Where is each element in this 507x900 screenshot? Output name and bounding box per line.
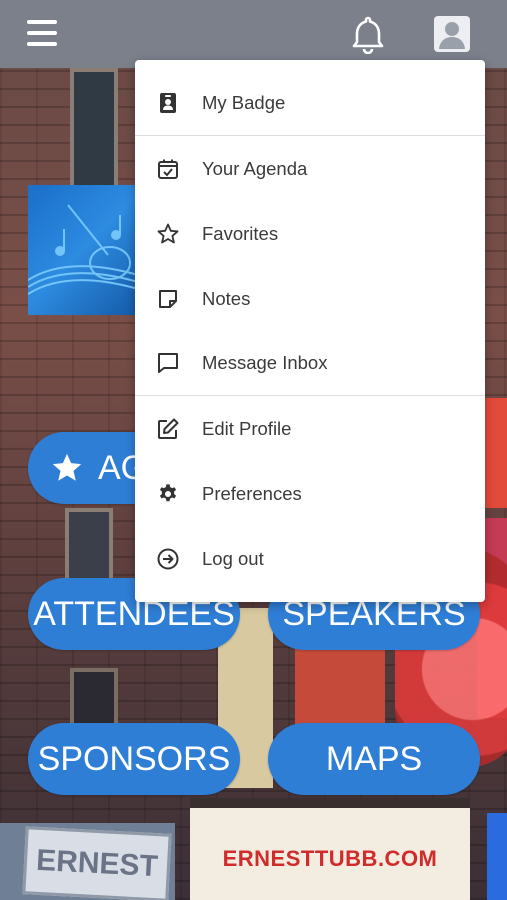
star-icon bbox=[52, 453, 82, 481]
menu-divider bbox=[135, 135, 485, 136]
chat-bubble-icon bbox=[156, 351, 180, 375]
gear-icon bbox=[156, 482, 180, 506]
marquee-text: ERNESTTUBB.COM bbox=[222, 846, 438, 871]
menu-item-favorites[interactable]: Favorites bbox=[135, 202, 485, 266]
menu-divider bbox=[135, 395, 485, 396]
menu-item-your-agenda[interactable]: Your Agenda bbox=[135, 137, 485, 201]
menu-item-label: My Badge bbox=[202, 92, 286, 113]
marquee-sign: ERNESTTUBB.COM bbox=[190, 798, 470, 900]
menu-item-my-badge[interactable]: My Badge bbox=[135, 71, 485, 135]
hamburger-menu-icon[interactable] bbox=[27, 20, 57, 46]
logout-arrow-icon bbox=[156, 547, 180, 571]
sticky-note-icon bbox=[156, 287, 180, 311]
bell-icon[interactable] bbox=[350, 14, 386, 55]
user-dropdown-menu: My Badge Your Agenda Favorites Notes Mes… bbox=[135, 60, 485, 602]
edit-pencil-icon bbox=[156, 417, 180, 441]
menu-item-edit-profile[interactable]: Edit Profile bbox=[135, 397, 485, 461]
badge-icon bbox=[156, 91, 180, 115]
store-sign: ERNEST TUBB bbox=[22, 826, 172, 900]
menu-item-label: Preferences bbox=[202, 483, 302, 504]
calendar-check-icon bbox=[156, 157, 180, 181]
menu-item-label: Message Inbox bbox=[202, 352, 328, 373]
sponsors-button-label: SPONSORS bbox=[37, 739, 231, 778]
menu-item-log-out[interactable]: Log out bbox=[135, 527, 485, 591]
menu-item-label: Your Agenda bbox=[202, 158, 308, 179]
maps-button[interactable]: MAPS bbox=[268, 723, 480, 795]
building-window bbox=[70, 68, 118, 196]
top-app-bar bbox=[0, 0, 507, 68]
neon-sign bbox=[487, 813, 507, 900]
sponsors-button[interactable]: SPONSORS bbox=[28, 723, 240, 795]
star-outline-icon bbox=[156, 222, 180, 246]
menu-item-label: Notes bbox=[202, 288, 251, 309]
menu-item-label: Log out bbox=[202, 548, 264, 569]
menu-item-label: Favorites bbox=[202, 223, 279, 244]
maps-button-label: MAPS bbox=[325, 739, 423, 778]
music-poster-image bbox=[28, 185, 138, 315]
user-avatar-icon[interactable] bbox=[434, 16, 470, 52]
menu-item-notes[interactable]: Notes bbox=[135, 267, 485, 331]
menu-item-preferences[interactable]: Preferences bbox=[135, 462, 485, 526]
menu-item-label: Edit Profile bbox=[202, 418, 292, 439]
menu-item-message-inbox[interactable]: Message Inbox bbox=[135, 331, 485, 395]
